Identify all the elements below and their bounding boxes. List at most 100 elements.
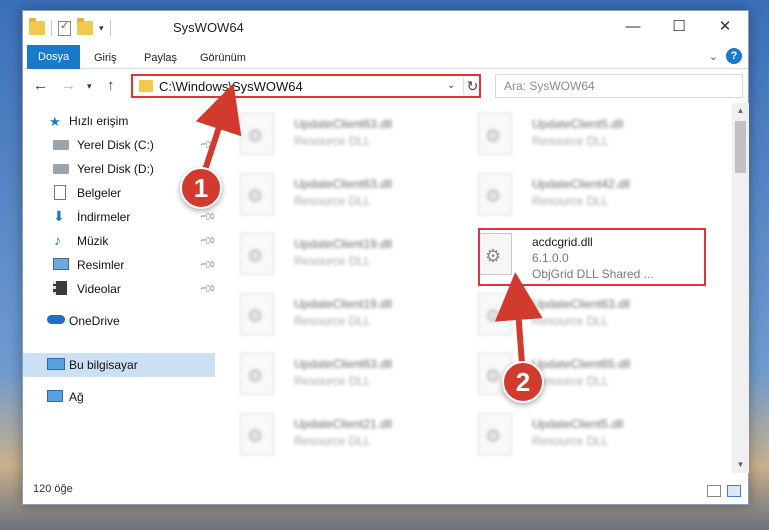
address-dropdown-icon[interactable]: ⌄	[447, 80, 455, 91]
forward-arrow-icon[interactable]: →	[61, 77, 76, 94]
details-view-icon[interactable]	[707, 485, 721, 497]
file-name: UpdateClient19.dll	[294, 297, 393, 311]
maximize-button[interactable]: ☐	[656, 11, 702, 41]
pin-icon[interactable]: 📌︎	[198, 207, 217, 226]
address-path[interactable]: C:\Windows\SysWOW64	[159, 79, 303, 94]
expand-ribbon-icon[interactable]: ⌄	[709, 50, 718, 63]
dll-file-icon	[478, 113, 512, 155]
network-icon	[47, 390, 63, 402]
file-item[interactable]: UpdateClient19.dll Resource DLL	[234, 287, 466, 343]
dll-file-icon	[240, 353, 274, 395]
search-box[interactable]: Ara: SysWOW64	[495, 74, 743, 98]
pin-icon[interactable]: 📌︎	[198, 135, 217, 154]
navigation-pane: ★ Hızlı erişim Yerel Disk (C:) 📌︎ Yerel …	[23, 103, 217, 473]
dll-file-icon	[240, 113, 274, 155]
videos-icon	[53, 281, 67, 295]
up-arrow-icon[interactable]: ↑	[107, 77, 115, 94]
large-icons-view-icon[interactable]	[727, 485, 741, 497]
window-controls: — ☐ ✕	[610, 11, 748, 41]
sidebar-item-label: Yerel Disk (C:)	[77, 138, 154, 152]
ribbon-tabs: Dosya Giriş Paylaş Görünüm ⌄ ?	[23, 45, 748, 69]
refresh-icon[interactable]: ↻	[463, 77, 481, 95]
sidebar-item-videos[interactable]: Videolar 📌︎	[23, 277, 217, 301]
drive-icon	[53, 164, 69, 174]
file-item[interactable]: UpdateClient63.dll Resource DLL	[472, 287, 704, 343]
file-item[interactable]: UpdateClient63.dll Resource DLL	[234, 347, 466, 403]
dll-file-icon	[478, 173, 512, 215]
tab-view[interactable]: Görünüm	[189, 48, 257, 68]
file-type: Resource DLL	[532, 134, 609, 148]
sidebar-item-label: Bu bilgisayar	[69, 358, 138, 372]
minimize-button[interactable]: —	[610, 11, 656, 41]
item-count: 120 öğe	[33, 483, 73, 495]
file-type: Resource DLL	[294, 434, 371, 448]
file-item[interactable]: UpdateClient63.dll Resource DLL	[234, 167, 466, 223]
toolbar-divider	[51, 20, 52, 36]
toolbar-divider	[109, 20, 111, 36]
sidebar-item-music[interactable]: ♪ Müzik 📌︎	[23, 229, 217, 253]
documents-icon	[54, 185, 66, 200]
file-type: Resource DLL	[294, 254, 371, 268]
file-item[interactable]: UpdateClient63.dll Resource DLL	[234, 107, 466, 163]
scrollbar-thumb[interactable]	[735, 121, 746, 173]
sidebar-item-label: Müzik	[77, 234, 109, 248]
back-arrow-icon[interactable]: ←	[33, 77, 48, 94]
sidebar-item-downloads[interactable]: ⬇ İndirmeler 📌︎	[23, 205, 217, 229]
sidebar-item-label: OneDrive	[69, 314, 120, 328]
dll-file-icon	[478, 293, 512, 335]
file-name: UpdateClient5.dll	[532, 117, 624, 131]
vertical-scrollbar[interactable]: ▲ ▼	[732, 103, 749, 473]
tab-home[interactable]: Giriş	[83, 48, 128, 68]
step-2-badge: 2	[502, 361, 544, 403]
pin-icon[interactable]: 📌︎	[198, 279, 217, 298]
customize-toolbar-dropdown[interactable]: ▾	[99, 23, 104, 34]
tab-share[interactable]: Paylaş	[133, 48, 188, 68]
file-type: Resource DLL	[294, 374, 371, 388]
pin-icon[interactable]: 📌︎	[198, 231, 217, 250]
file-item[interactable]: UpdateClient19.dll Resource DLL	[234, 227, 466, 283]
file-name: UpdateClient65.dll	[532, 357, 631, 371]
sidebar-item-label: İndirmeler	[77, 210, 131, 224]
sidebar-item-label: Resimler	[77, 258, 125, 272]
dll-file-icon	[240, 233, 274, 275]
file-item[interactable]: UpdateClient5.dll Resource DLL	[472, 407, 704, 463]
file-type: Resource DLL	[294, 194, 371, 208]
scroll-down-icon[interactable]: ▼	[732, 457, 749, 473]
cloud-icon	[47, 315, 65, 324]
file-name: UpdateClient63.dll	[532, 297, 631, 311]
search-placeholder[interactable]: Ara: SysWOW64	[504, 79, 595, 93]
recent-locations-dropdown[interactable]: ▾	[87, 81, 92, 92]
help-icon[interactable]: ?	[726, 48, 742, 64]
pin-icon[interactable]: 📌︎	[198, 255, 217, 274]
new-folder-icon[interactable]	[77, 18, 93, 35]
dll-file-icon	[240, 413, 274, 455]
file-type: Resource DLL	[532, 314, 609, 328]
file-item[interactable]: UpdateClient21.dll Resource DLL	[234, 407, 466, 463]
file-name: UpdateClient63.dll	[294, 117, 393, 131]
properties-icon[interactable]	[58, 19, 71, 36]
file-type: Resource DLL	[532, 194, 609, 208]
file-list: UpdateClient63.dll Resource DLL UpdateCl…	[226, 103, 732, 473]
music-icon: ♪	[54, 232, 61, 248]
sidebar-item-label: Ağ	[69, 390, 84, 404]
dll-file-icon	[240, 293, 274, 335]
sidebar-item-this-pc[interactable]: Bu bilgisayar	[23, 353, 215, 377]
sidebar-item-onedrive[interactable]: OneDrive	[23, 309, 215, 333]
tab-file[interactable]: Dosya	[27, 45, 81, 69]
file-item[interactable]: UpdateClient5.dll Resource DLL	[472, 107, 704, 163]
pictures-icon	[53, 258, 69, 270]
scroll-up-icon[interactable]: ▲	[732, 103, 749, 119]
dll-file-icon	[240, 173, 274, 215]
file-item[interactable]: UpdateClient42.dll Resource DLL	[472, 167, 704, 223]
sidebar-item-network[interactable]: Ağ	[23, 385, 215, 409]
highlight-box	[478, 228, 706, 286]
sidebar-item-quick-access[interactable]: ★ Hızlı erişim	[23, 109, 215, 133]
sidebar-item-local-disk-c[interactable]: Yerel Disk (C:) 📌︎	[23, 133, 217, 157]
file-name: UpdateClient19.dll	[294, 237, 393, 251]
sidebar-item-label: Belgeler	[77, 186, 122, 200]
sidebar-item-pictures[interactable]: Resimler 📌︎	[23, 253, 217, 277]
address-bar[interactable]: C:\Windows\SysWOW64 ⌄ ↻	[131, 74, 481, 98]
close-button[interactable]: ✕	[702, 11, 748, 41]
drive-icon	[53, 140, 69, 150]
file-name: UpdateClient63.dll	[294, 177, 393, 191]
